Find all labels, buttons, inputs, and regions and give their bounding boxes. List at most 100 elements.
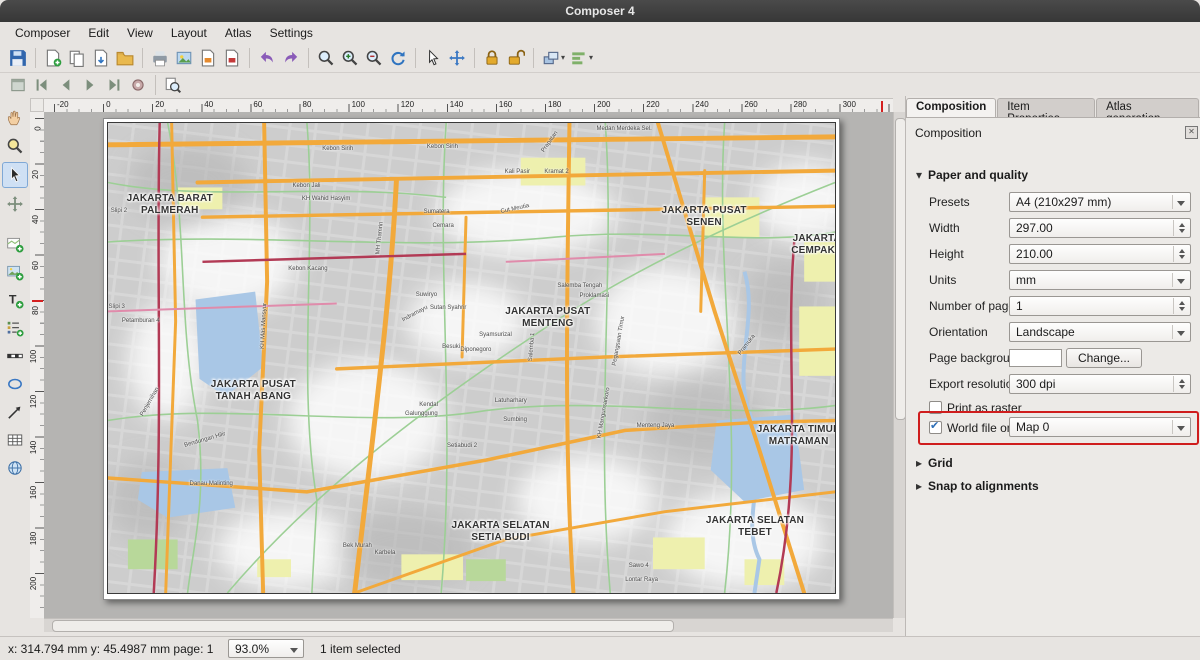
save-as-template-button[interactable] — [89, 46, 113, 70]
street-label: KH Wahid Hasyim — [302, 196, 350, 202]
page-background-swatch[interactable] — [1009, 349, 1062, 367]
menu-settings[interactable]: Settings — [261, 24, 322, 42]
pan-tool-button[interactable] — [3, 106, 27, 130]
menu-layout[interactable]: Layout — [162, 24, 216, 42]
street-label: Bek Murah — [343, 543, 372, 549]
horizontal-scrollbar[interactable] — [44, 618, 893, 632]
atlas-preview-icon — [9, 76, 27, 94]
add-label-button[interactable]: T — [3, 288, 27, 312]
export-image-button[interactable] — [172, 46, 196, 70]
raise-items-button[interactable] — [539, 46, 563, 70]
vruler-label: 60 — [31, 261, 40, 270]
add-table-icon — [6, 431, 24, 449]
move-content-tool-button[interactable] — [3, 192, 27, 216]
zoom-actual-button[interactable] — [161, 73, 185, 97]
atlas-preview-button[interactable] — [6, 73, 30, 97]
district-label: JAKARTA SELATAN TEBET — [706, 515, 804, 539]
atlas-last-button[interactable] — [102, 73, 126, 97]
add-map-button[interactable] — [3, 232, 27, 256]
atlas-next-button[interactable] — [78, 73, 102, 97]
statusbar: x: 314.794 mm y: 45.4987 mm page: 1 93.0… — [0, 636, 1200, 660]
save-project-button[interactable] — [6, 46, 30, 70]
export-svg-button[interactable] — [196, 46, 220, 70]
add-legend-icon — [6, 319, 24, 337]
lock-icon — [483, 49, 501, 67]
triangle-right-icon: ▸ — [916, 456, 928, 470]
street-label: Slipi 2 — [111, 208, 127, 214]
street-label: Kebon Sirih — [427, 144, 458, 150]
section-paper-and-quality[interactable]: ▾Paper and quality — [916, 168, 1028, 182]
menu-composer[interactable]: Composer — [6, 24, 79, 42]
print-button[interactable] — [148, 46, 172, 70]
street-label: Galunggung — [405, 411, 438, 417]
street-label: Lontar Raya — [625, 577, 658, 583]
vertical-scrollbar[interactable] — [893, 112, 905, 618]
height-spinner[interactable]: 210.00 — [1009, 244, 1191, 264]
unlock-items-button[interactable] — [504, 46, 528, 70]
load-from-template-button[interactable] — [113, 46, 137, 70]
zoom-out-button[interactable] — [362, 46, 386, 70]
new-composer-button[interactable] — [41, 46, 65, 70]
orientation-select[interactable]: Landscape — [1009, 322, 1191, 342]
cursor-icon — [424, 49, 442, 67]
close-icon[interactable]: ✕ — [1185, 126, 1198, 139]
chevron-down-icon — [1177, 331, 1185, 336]
menu-edit[interactable]: Edit — [79, 24, 118, 42]
street-label: Slipi 3 — [109, 304, 125, 310]
street-label: Proklamasi — [580, 293, 610, 299]
redo-button[interactable] — [279, 46, 303, 70]
composition-canvas[interactable]: JAKARTA BARAT PALMERAHJAKARTA PUSAT SENE… — [44, 112, 893, 618]
move-item-content-button[interactable] — [445, 46, 469, 70]
pages-spinner[interactable]: 1 — [1009, 296, 1191, 316]
next-feature-icon — [81, 76, 99, 94]
zoom-tool-button[interactable] — [3, 134, 27, 158]
menubar: Composer Edit View Layout Atlas Settings — [0, 22, 1200, 43]
select-move-tool-button[interactable] — [2, 162, 28, 188]
align-items-button[interactable] — [567, 46, 591, 70]
hruler-label: 180 — [548, 100, 561, 109]
triangle-right-icon: ▸ — [916, 479, 928, 493]
select-move-item-button[interactable] — [421, 46, 445, 70]
zoom-level-select[interactable]: 93.0% — [228, 639, 304, 658]
menu-view[interactable]: View — [118, 24, 162, 42]
add-arrow-button[interactable] — [3, 400, 27, 424]
svg-text:T: T — [9, 292, 17, 306]
export-resolution-spinner[interactable]: 300 dpi — [1009, 374, 1191, 394]
tab-composition[interactable]: Composition — [906, 98, 996, 118]
duplicate-composer-button[interactable] — [65, 46, 89, 70]
add-legend-button[interactable] — [3, 316, 27, 340]
refresh-view-button[interactable] — [386, 46, 410, 70]
hruler-label: 300 — [843, 100, 856, 109]
add-html-button[interactable] — [3, 456, 27, 480]
tab-atlas-generation[interactable]: Atlas generation — [1096, 98, 1199, 118]
units-select[interactable]: mm — [1009, 270, 1191, 290]
row-width: Width 297.00 — [906, 218, 1200, 240]
street-label: Kebon Kacang — [288, 266, 327, 272]
vruler-label: 180 — [30, 531, 38, 544]
add-shape-button[interactable] — [3, 372, 27, 396]
tab-item-properties[interactable]: Item Properties — [997, 98, 1095, 118]
horizontal-scrollbar-thumb[interactable] — [52, 620, 674, 632]
menu-atlas[interactable]: Atlas — [216, 24, 261, 42]
add-scalebar-button[interactable] — [3, 344, 27, 368]
atlas-first-button[interactable] — [30, 73, 54, 97]
hruler-label: 240 — [695, 100, 708, 109]
section-snap-to-alignments[interactable]: ▸Snap to alignments — [916, 479, 1039, 493]
hruler-label: 200 — [597, 100, 610, 109]
add-table-button[interactable] — [3, 428, 27, 452]
width-spinner[interactable]: 297.00 — [1009, 218, 1191, 238]
row-number-of-pages: Number of pages 1 — [906, 296, 1200, 318]
section-grid[interactable]: ▸Grid — [916, 456, 953, 470]
change-background-button[interactable]: Change... — [1066, 348, 1142, 368]
zoom-in-button[interactable] — [338, 46, 362, 70]
lock-items-button[interactable] — [480, 46, 504, 70]
atlas-prev-button[interactable] — [54, 73, 78, 97]
vruler-label: 40 — [31, 215, 40, 224]
atlas-settings-button[interactable] — [126, 73, 150, 97]
zoom-full-button[interactable] — [314, 46, 338, 70]
map-item[interactable]: JAKARTA BARAT PALMERAHJAKARTA PUSAT SENE… — [107, 122, 836, 594]
undo-button[interactable] — [255, 46, 279, 70]
add-image-button[interactable] — [3, 260, 27, 284]
export-pdf-button[interactable] — [220, 46, 244, 70]
presets-select[interactable]: A4 (210x297 mm) — [1009, 192, 1191, 212]
